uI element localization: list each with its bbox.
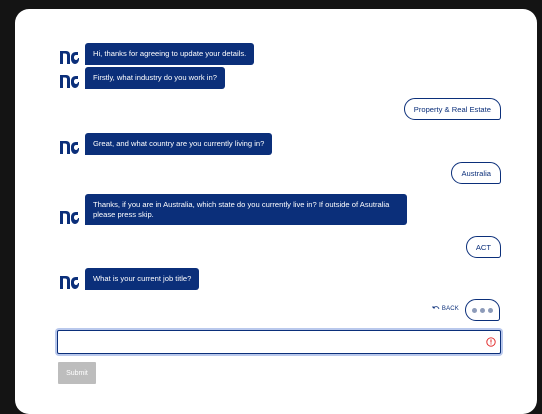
user-reply: Australia xyxy=(451,162,501,184)
answer-field xyxy=(57,330,501,354)
submit-button[interactable]: Submit xyxy=(58,362,96,384)
bot-message: Thanks, if you are in Australia, which s… xyxy=(59,194,407,225)
brand-logo-icon xyxy=(59,50,79,65)
brand-logo-icon xyxy=(59,275,79,290)
ellipsis-icon xyxy=(472,307,477,313)
back-link[interactable]: BACK xyxy=(432,305,459,312)
error-circle-icon xyxy=(486,337,496,347)
bot-message-text: Great, and what country are you currentl… xyxy=(85,133,273,155)
typing-indicator xyxy=(465,299,500,321)
bot-message-text: Firstly, what industry do you work in? xyxy=(85,67,225,89)
brand-logo-icon xyxy=(59,74,79,89)
bot-message: What is your current job title? xyxy=(59,268,200,290)
bot-message-text: Thanks, if you are in Australia, which s… xyxy=(85,194,407,225)
brand-logo-icon xyxy=(59,210,79,225)
bot-message-text: What is your current job title? xyxy=(85,268,200,290)
bot-message-text: Hi, thanks for agreeing to update your d… xyxy=(85,43,255,65)
ellipsis-icon xyxy=(488,307,493,313)
brand-logo-icon xyxy=(59,140,79,155)
user-reply: ACT xyxy=(465,236,501,258)
bot-message: Great, and what country are you currentl… xyxy=(59,133,273,155)
answer-input[interactable] xyxy=(62,332,486,354)
bot-message: Hi, thanks for agreeing to update your d… xyxy=(59,43,255,65)
back-label: BACK xyxy=(441,306,460,312)
back-arrow-icon xyxy=(432,306,440,310)
bot-message: Firstly, what industry do you work in? xyxy=(59,67,225,89)
user-reply: Property & Real Estate xyxy=(403,98,501,120)
ellipsis-icon xyxy=(480,307,485,313)
